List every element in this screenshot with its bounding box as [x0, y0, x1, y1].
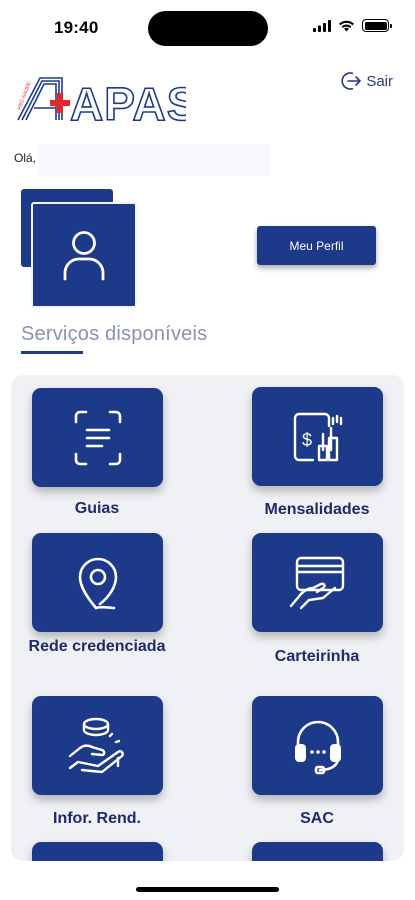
apas-logo: APAS PRÓ-SAÚDE — [16, 77, 186, 126]
user-icon — [63, 231, 105, 281]
logout-label: Sair — [366, 72, 393, 90]
logout-icon — [341, 72, 362, 90]
card-hand-icon — [289, 556, 344, 609]
invoice-chart-icon: $ — [293, 412, 342, 461]
service-tile-partial-left[interactable] — [32, 842, 163, 861]
service-label-rede-credenciada: Rede credenciada — [28, 638, 166, 655]
headset-icon — [294, 720, 341, 774]
signal-icon — [313, 19, 331, 32]
services-title: Serviços disponíveis — [21, 323, 208, 345]
svg-text:$: $ — [302, 430, 312, 450]
service-tile-partial-right[interactable] — [252, 842, 383, 861]
service-label-guias: Guias — [74, 500, 120, 517]
service-tile-guias[interactable] — [32, 388, 163, 487]
document-scan-icon — [74, 410, 121, 465]
coins-hand-icon — [68, 717, 124, 773]
wifi-icon — [339, 20, 354, 31]
service-tile-rede-credenciada[interactable] — [32, 533, 163, 632]
service-tile-mensalidades[interactable]: $ — [252, 387, 383, 486]
logout-button[interactable]: Sair — [340, 70, 393, 92]
battery-icon — [362, 19, 392, 32]
service-label-mensalidades: Mensalidades — [264, 501, 370, 518]
service-tile-sac[interactable] — [252, 696, 383, 795]
services-title-underline — [21, 351, 83, 354]
location-pin-icon — [78, 557, 117, 609]
status-icons — [313, 19, 392, 32]
service-label-carteirinha: Carteirinha — [274, 648, 360, 665]
status-bar: 19:40 — [0, 0, 415, 56]
service-label-infor-rend: Infor. Rend. — [53, 810, 141, 827]
service-tile-carteirinha[interactable] — [252, 533, 383, 632]
service-tile-infor-rend[interactable] — [32, 696, 163, 795]
services-panel[interactable]: Guias $ Mensalidades Rede credenciada Ca… — [11, 375, 404, 861]
service-label-sac: SAC — [300, 810, 334, 827]
avatar — [31, 202, 137, 308]
greeting-text: Olá, — [14, 151, 37, 165]
dynamic-island — [148, 11, 268, 46]
home-indicator — [136, 887, 279, 892]
my-profile-button[interactable]: Meu Perfil — [257, 226, 376, 265]
greeting-name-field — [38, 144, 270, 176]
status-time: 19:40 — [54, 18, 99, 37]
svg-text:APAS: APAS — [70, 78, 186, 126]
